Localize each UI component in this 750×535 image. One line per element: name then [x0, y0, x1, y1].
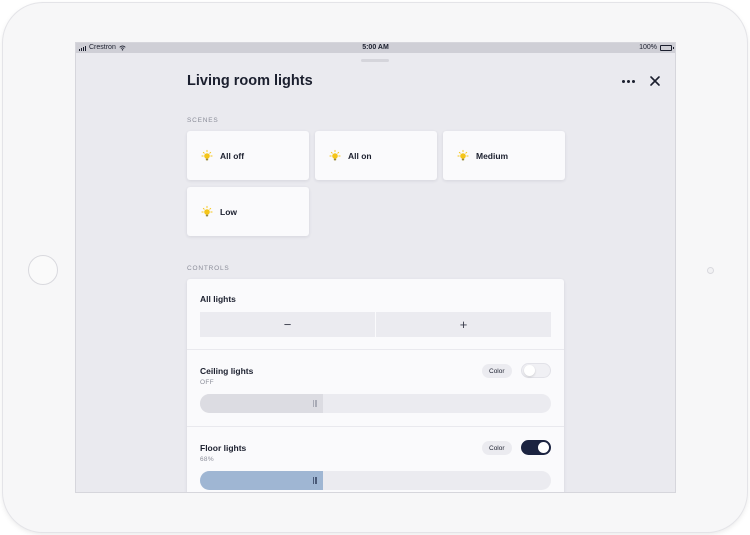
lightbulb-icon: [201, 205, 213, 216]
floor-lights-title: Floor lights: [200, 443, 247, 453]
toggle-knob: [524, 365, 535, 376]
divider: [187, 349, 564, 350]
battery-percent: 100%: [639, 44, 657, 51]
slider-grip-icon[interactable]: [312, 400, 317, 407]
sheet-grabber[interactable]: [361, 59, 389, 62]
divider: [187, 426, 564, 427]
status-bar: Crestron 5:00 AM 100%: [76, 43, 675, 53]
home-button[interactable]: [28, 255, 58, 285]
lightbulb-icon: [457, 149, 469, 160]
ceiling-color-button[interactable]: Color: [482, 364, 512, 378]
scene-card-medium[interactable]: Medium: [443, 131, 565, 180]
close-icon: [650, 76, 660, 86]
ceiling-lights-status: OFF: [200, 379, 214, 386]
floor-lights-status: 68%: [200, 456, 214, 463]
slider-fill: [200, 471, 323, 490]
lightbulb-icon: [201, 149, 213, 160]
ceiling-lights-title: Ceiling lights: [200, 366, 254, 376]
floor-color-button[interactable]: Color: [482, 441, 512, 455]
ceiling-brightness-slider[interactable]: [200, 394, 551, 413]
scene-card-all-off[interactable]: All off: [187, 131, 309, 180]
controls-panel: All lights − + Ceiling lights OFF Color …: [187, 279, 564, 492]
scene-card-low[interactable]: Low: [187, 187, 309, 236]
scene-card-all-on[interactable]: All on: [315, 131, 437, 180]
scenes-section-label: SCENES: [187, 117, 219, 124]
screen: Crestron 5:00 AM 100% Living room lights…: [75, 42, 676, 493]
scene-label: All on: [348, 150, 372, 161]
more-options-button[interactable]: [620, 74, 636, 88]
camera: [707, 267, 714, 274]
all-lights-title: All lights: [200, 294, 236, 304]
scene-label: Medium: [476, 150, 509, 161]
more-horizontal-icon: [621, 79, 625, 83]
slider-fill: [200, 394, 323, 413]
status-time: 5:00 AM: [362, 44, 389, 51]
lightbulb-icon: [329, 149, 341, 160]
close-button[interactable]: [647, 73, 663, 89]
status-right: 100%: [639, 44, 674, 51]
floor-lights-toggle[interactable]: [521, 440, 551, 455]
slider-grip-icon[interactable]: [312, 477, 317, 484]
controls-section-label: CONTROLS: [187, 265, 230, 272]
battery-icon: [660, 44, 674, 51]
ceiling-lights-toggle[interactable]: [521, 363, 551, 378]
page-title: Living room lights: [187, 73, 313, 89]
decrease-button[interactable]: −: [200, 312, 375, 337]
increase-button[interactable]: +: [376, 312, 551, 337]
scene-label: All off: [220, 150, 245, 161]
floor-brightness-slider[interactable]: [200, 471, 551, 490]
toggle-knob: [538, 442, 549, 453]
scene-label: Low: [220, 206, 237, 217]
